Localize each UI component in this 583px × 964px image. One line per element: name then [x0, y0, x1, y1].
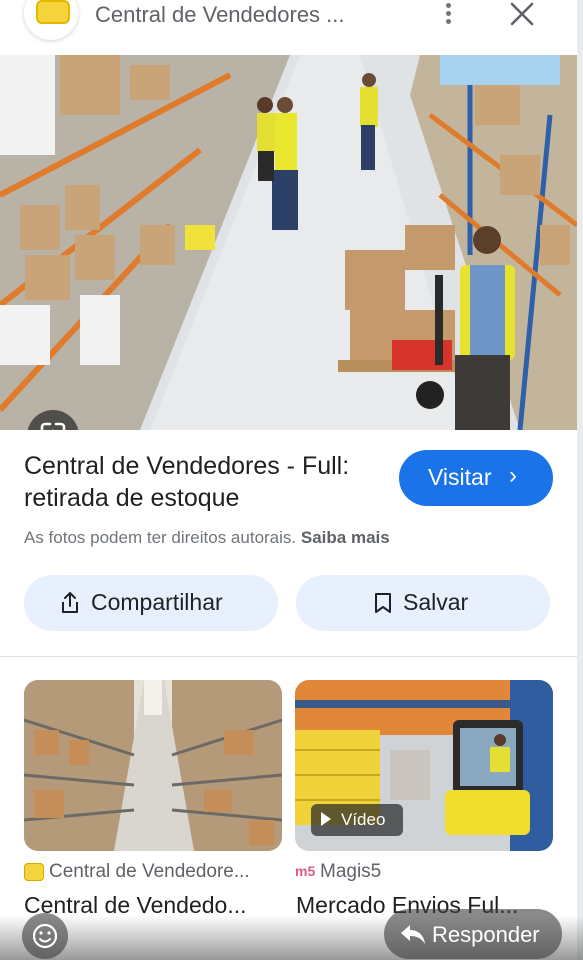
scroll-edge	[577, 0, 583, 960]
share-icon	[62, 592, 78, 613]
play-icon	[321, 812, 331, 826]
reply-icon	[401, 925, 425, 944]
copyright-text: As fotos podem ter direitos autorais.	[24, 528, 297, 547]
reply-button[interactable]: Responder	[384, 909, 562, 959]
bookmark-icon	[375, 593, 391, 613]
related-thumbnail-video[interactable]: Vídeo	[295, 680, 553, 851]
share-button-label: Compartilhar	[91, 589, 223, 615]
share-button[interactable]: Compartilhar	[24, 575, 278, 631]
copyright-notice: As fotos podem ter direitos autorais. Sa…	[24, 528, 390, 548]
related-source-label: Central de Vendedore...	[49, 861, 250, 882]
save-button-label: Salvar	[403, 589, 469, 615]
site-logo	[24, 0, 78, 40]
video-badge-label: Vídeo	[341, 810, 386, 829]
google-lens-icon[interactable]	[27, 410, 79, 430]
site-favicon-icon	[24, 863, 44, 881]
save-button[interactable]: Salvar	[296, 575, 550, 631]
video-badge: Vídeo	[311, 804, 403, 836]
magis5-favicon-icon: m5	[295, 863, 316, 879]
related-thumbnail[interactable]	[24, 680, 282, 851]
related-source-label: Magis5	[320, 861, 382, 882]
result-title[interactable]: Central de Vendedores - Full: retirada d…	[24, 450, 354, 514]
chevron-right-icon: ›	[509, 462, 517, 489]
divider	[0, 656, 577, 657]
reply-button-label: Responder	[432, 922, 540, 947]
top-bar: Central de Vendedores ...	[0, 0, 583, 55]
close-icon[interactable]	[508, 0, 536, 30]
learn-more-link[interactable]: Saiba mais	[301, 528, 390, 547]
visit-button-label: Visitar	[428, 464, 492, 490]
page-title: Central de Vendedores ...	[95, 2, 345, 27]
visit-button[interactable]: Visitar ›	[399, 450, 553, 506]
emoji-icon[interactable]	[22, 913, 68, 959]
more-vert-icon[interactable]	[440, 0, 456, 30]
hero-image[interactable]	[0, 55, 577, 430]
